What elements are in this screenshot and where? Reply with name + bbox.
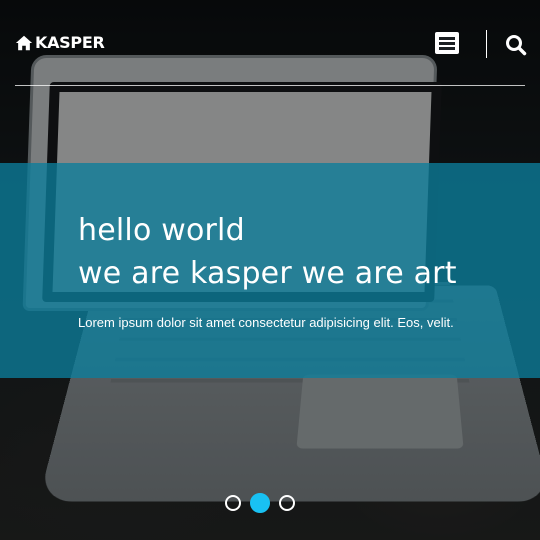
hamburger-menu-icon[interactable] xyxy=(435,32,459,54)
slider-dots xyxy=(225,493,295,513)
search-icon[interactable] xyxy=(505,34,527,56)
slider-dot-2-active[interactable] xyxy=(250,493,270,513)
home-icon xyxy=(15,35,33,50)
headline-line-1: hello world xyxy=(78,213,245,248)
headline-line-2: we are kasper we are art xyxy=(78,256,457,291)
slider-dot-3[interactable] xyxy=(279,495,295,511)
hero-headline: hello world we are kasper we are art xyxy=(78,209,457,295)
logo[interactable]: KASPER xyxy=(15,33,105,52)
hero-description: Lorem ipsum dolor sit amet consectetur a… xyxy=(78,315,454,330)
hero-banner: hello world we are kasper we are art Lor… xyxy=(0,163,540,378)
logo-text: KASPER xyxy=(35,33,105,52)
slider-dot-1[interactable] xyxy=(225,495,241,511)
site-header: KASPER xyxy=(15,0,527,86)
header-divider xyxy=(486,30,487,58)
